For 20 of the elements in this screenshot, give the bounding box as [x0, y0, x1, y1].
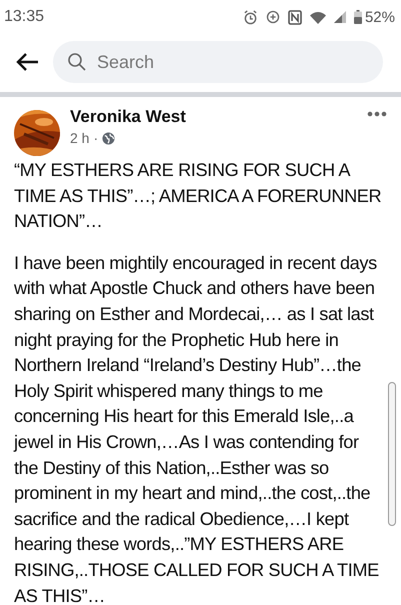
- separator-dot: ·: [93, 130, 98, 146]
- post-text: “MY ESTHERS ARE RISING FOR SUCH A TIME AS THIS”…; AMERICA A FORERUNNER NATION”…: [14, 159, 382, 234]
- battery-icon: [354, 10, 362, 24]
- alarm-icon: [242, 10, 258, 24]
- nfc-icon: [288, 10, 302, 24]
- scrollbar[interactable]: [388, 382, 396, 526]
- author-name[interactable]: Veronika West: [70, 107, 357, 127]
- search-field[interactable]: Search: [53, 41, 383, 83]
- more-options-icon[interactable]: [367, 111, 387, 117]
- post-text: I have been mightily encouraged in recent days with what Apostle Chuck and others have been sharing on Esther and Mordecai,… as I sat last night praying for the Prophetic Hub here in Northern Ireland “Ireland’s Destiny Hub”…the Holy Spirit whispered many things to me concerning His heart for this Emerald Isle,..a jewel in His Crown,…As I was contending for the Destiny of this Nation,..Esther was so prominent in my heart and mind,..the cost,..the sacrifice and the radical Obedience,…I kept hearing these words,..”MY ESTHERS ARE RISING,..THOSE CALLED FOR SUCH A TIME AS THIS”…: [14, 252, 380, 605]
- signal-icon: [334, 11, 346, 23]
- plus-circle-icon: [266, 10, 280, 24]
- search-input[interactable]: Search: [95, 50, 299, 74]
- globe-icon: [102, 132, 116, 144]
- back-arrow-icon[interactable]: [15, 52, 39, 72]
- clock-time: 13:35: [4, 8, 44, 26]
- battery-percent: 52%: [364, 8, 395, 26]
- post-time: 2 h: [70, 130, 90, 146]
- wifi-icon: [310, 10, 326, 24]
- search-icon: [67, 52, 87, 72]
